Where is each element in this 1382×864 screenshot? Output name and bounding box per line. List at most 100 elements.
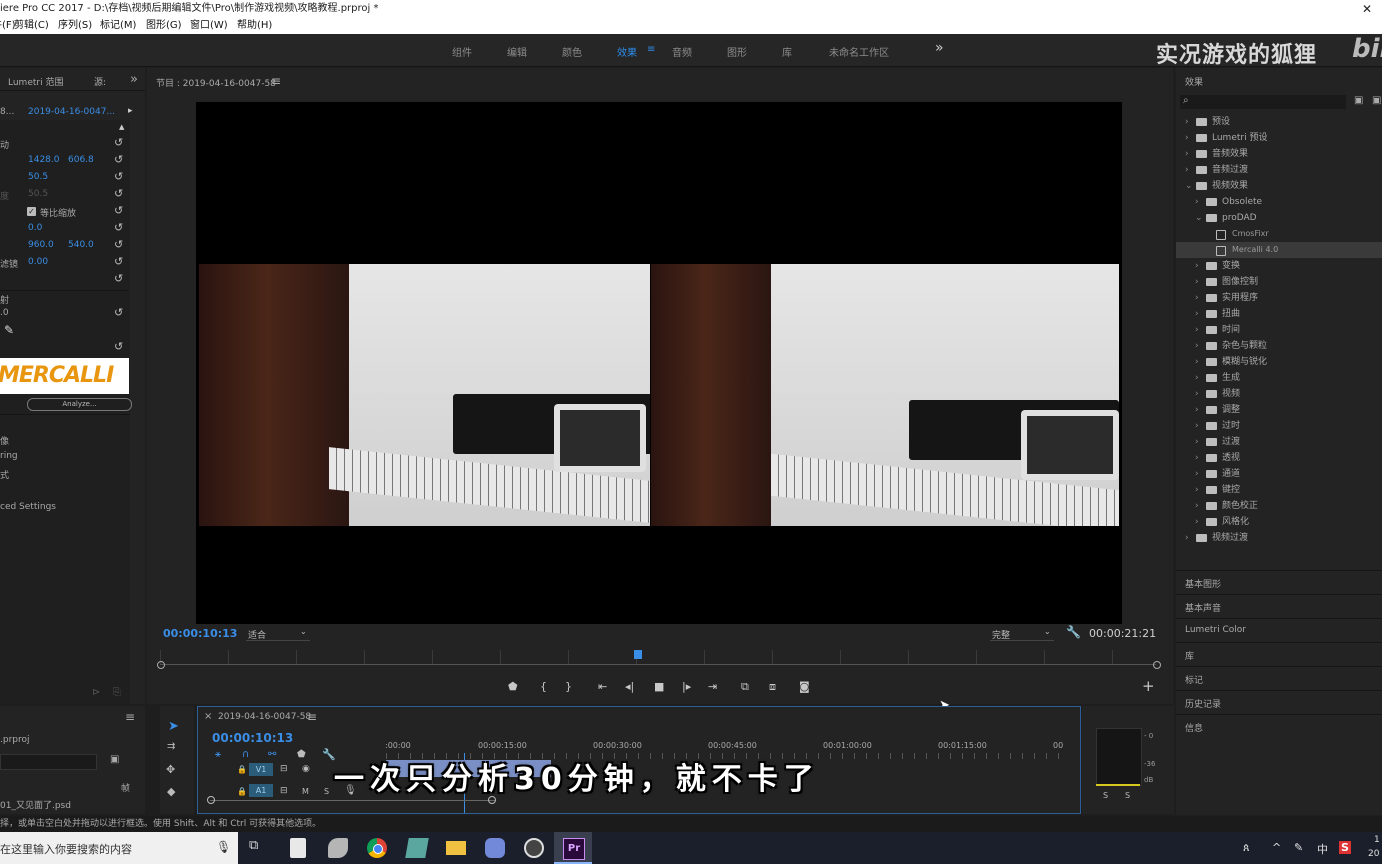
go-to-in-icon[interactable]: ⇤ [598,680,607,693]
stop-icon[interactable]: ■ [654,680,664,693]
selection-tool-icon[interactable]: ➤ [168,719,179,734]
tab-source[interactable]: 源: [94,75,106,88]
workspace-tab-editing[interactable]: 编辑 [507,44,527,59]
reset-icon[interactable]: ↺ [114,238,123,251]
track-v1-label[interactable]: V1 [249,763,273,776]
workspace-tab-libraries[interactable]: 库 [782,44,792,59]
effects-tree-item[interactable]: › 扭曲 [1176,306,1382,322]
microphone-icon[interactable]: 🎙 [216,840,231,854]
section-markers[interactable]: 标记 [1176,666,1382,690]
uniform-scale-checkbox[interactable]: ✓ [27,207,36,216]
solo-button[interactable]: S [1125,791,1130,800]
program-video-display[interactable] [196,102,1122,624]
chevron-right-icon[interactable]: › [1195,370,1199,386]
menu-graphics[interactable]: 图形(G) [146,18,182,34]
chevron-down-icon[interactable]: ⌄ [1185,178,1193,194]
program-monitor-title[interactable]: 节目 : 2019-04-16-0047-58 [156,76,276,89]
chevron-right-icon[interactable]: › [1195,258,1199,274]
calculator-icon[interactable] [290,838,306,858]
chevron-right-icon[interactable]: › [1195,338,1199,354]
chevron-right-icon[interactable]: › [1195,290,1199,306]
chevron-up-icon[interactable]: ^ [1272,841,1281,854]
position-y-value[interactable]: 606.8 [68,155,94,165]
reset-icon[interactable]: ↺ [114,306,123,319]
chevron-right-icon[interactable]: › [1195,402,1199,418]
track-a1-label[interactable]: A1 [249,784,273,797]
rotation-value[interactable]: 0.0 [28,223,42,233]
tab-lumetri-scopes[interactable]: Lumetri 范围 [8,75,63,88]
filter-icon[interactable]: ⊳ [92,687,100,698]
linked-selection-icon[interactable]: ⚯ [268,749,276,760]
workspace-tab-graphics[interactable]: 图形 [727,44,747,59]
menu-help[interactable]: 帮助(H) [237,18,272,34]
chevron-right-icon[interactable]: › [1195,306,1199,322]
effects-search-input[interactable]: ⌕ [1180,95,1346,109]
reset-icon[interactable]: ↺ [114,187,123,200]
chevron-right-icon[interactable]: › [1195,322,1199,338]
nest-icon[interactable]: ⚹ [215,749,221,760]
add-marker-icon[interactable]: ⬟ [508,680,518,693]
chevron-right-icon[interactable]: › [1195,354,1199,370]
effects-tree-item[interactable]: › 通道 [1176,466,1382,482]
chevron-right-icon[interactable]: › [1195,274,1199,290]
workspace-tab-color[interactable]: 颜色 [562,44,582,59]
mute-button[interactable]: M [302,787,309,796]
close-icon[interactable]: ✕ [1362,0,1372,18]
mark-in-icon[interactable]: { [540,680,547,693]
effects-tree-item[interactable]: › 图像控制 [1176,274,1382,290]
track-select-tool-icon[interactable]: ⇉ [167,741,175,752]
eye-icon[interactable]: ◉ [302,764,310,774]
discord-icon[interactable] [485,838,505,858]
lock-icon[interactable]: 🔒 [237,765,247,774]
effects-tree-item[interactable]: › 风格化 [1176,514,1382,530]
effects-tree-item[interactable]: › 调整 [1176,402,1382,418]
section-libraries[interactable]: 库 [1176,642,1382,666]
chevron-right-icon[interactable]: › [1195,386,1199,402]
reset-icon[interactable]: ↺ [114,255,123,268]
reset-icon[interactable]: ↺ [114,136,123,149]
effects-tree-item[interactable]: › Lumetri 预设 [1176,130,1382,146]
chevron-right-icon[interactable]: › [1195,514,1199,530]
project-item[interactable]: 01_又见面了.psd [0,798,71,811]
chevron-right-icon[interactable]: › [1185,114,1189,130]
go-to-out-icon[interactable]: ⇥ [708,680,717,693]
pen-workspace-icon[interactable]: ✎ [1294,841,1303,854]
effects-tree-item[interactable]: CmosFixr [1176,226,1382,242]
effects-tree-item[interactable]: › 生成 [1176,370,1382,386]
anchor-y-value[interactable]: 540.0 [68,240,94,250]
reset-icon[interactable]: ↺ [114,340,123,353]
notes-app-icon[interactable] [405,838,429,858]
playback-resolution-dropdown[interactable]: 完整 ⌄ [990,627,1054,641]
menu-clip[interactable]: 剪辑(C) [14,18,49,34]
scrubber-track[interactable] [160,664,1156,665]
effects-tree-item[interactable]: › 变换 [1176,258,1382,274]
mark-out-icon[interactable]: } [565,680,572,693]
scale-value[interactable]: 50.5 [28,172,48,182]
clock-date[interactable]: 20 [1368,849,1379,859]
scroller-handle-left[interactable] [207,796,215,804]
reset-icon[interactable]: ↺ [114,272,123,285]
solo-button[interactable]: S [1103,791,1108,800]
menu-sequence[interactable]: 序列(S) [58,18,92,34]
effects-tree-item[interactable]: › 过渡 [1176,434,1382,450]
reset-icon[interactable]: ↺ [114,153,123,166]
lock-icon[interactable]: 🔒 [237,787,247,796]
workspace-tab-audio[interactable]: 音频 [672,44,692,59]
reset-icon[interactable]: ↺ [114,170,123,183]
effects-tree-item[interactable]: › 实用程序 [1176,290,1382,306]
section-history[interactable]: 历史记录 [1176,690,1382,714]
effects-tree-item[interactable]: › 视频过渡 [1176,530,1382,546]
workspace-tab-effects[interactable]: 效果 [617,44,637,59]
chevron-right-icon[interactable]: › [1195,498,1199,514]
sequence-tab[interactable]: 2019-04-16-0047-58 [218,712,311,722]
chevron-down-icon[interactable]: ⌄ [1195,210,1203,226]
export-icon[interactable]: ⎘ [113,687,121,698]
chevron-right-icon[interactable]: › [1185,530,1189,546]
step-forward-icon[interactable]: |▸ [682,680,691,693]
people-icon[interactable]: ጰ [1243,841,1250,855]
effects-folder-icon[interactable]: ▣ [1372,95,1381,106]
effects-tree-item[interactable]: › 音频效果 [1176,146,1382,162]
effects-tree-item[interactable]: › 键控 [1176,482,1382,498]
wrench-icon[interactable]: 🔧 [1066,625,1081,639]
chevron-right-icon[interactable]: › [1195,450,1199,466]
